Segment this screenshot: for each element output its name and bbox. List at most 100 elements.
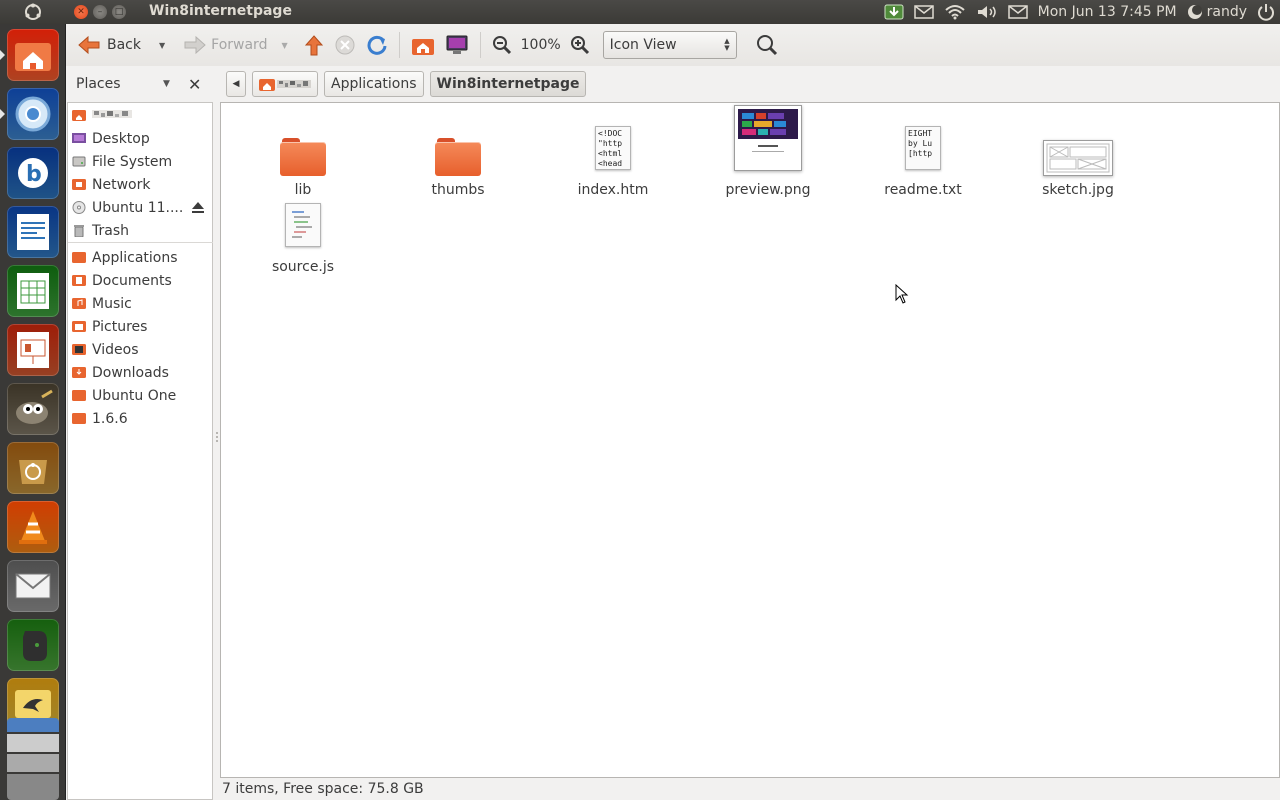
home-button[interactable] — [406, 30, 440, 60]
sidebar-item[interactable]: Music — [68, 292, 213, 315]
status-bar: 7 items, Free space: 75.8 GB — [220, 778, 1280, 800]
sidebar-item[interactable]: Applications — [68, 246, 213, 269]
writer-icon — [17, 214, 49, 250]
impress-icon — [17, 332, 49, 368]
folder-icon — [72, 413, 86, 424]
back-history-dropdown-icon[interactable]: ▼ — [159, 41, 165, 50]
user-name: randy — [1206, 4, 1247, 20]
path-crumb-applications[interactable]: Applications — [324, 71, 424, 97]
zoom-out-button[interactable] — [487, 30, 517, 60]
path-scroll-left-button[interactable]: ◀ — [226, 71, 246, 97]
sidebar-item[interactable]: Trash — [68, 219, 213, 242]
sidebar-item[interactable]: Pictures — [68, 315, 213, 338]
up-button[interactable] — [299, 30, 329, 60]
search-button[interactable] — [751, 30, 783, 60]
eject-icon[interactable] — [191, 201, 205, 215]
places-label: Places — [76, 76, 121, 92]
file-name-label: sketch.jpg — [1042, 182, 1114, 198]
reload-button[interactable] — [361, 30, 393, 60]
bible-app-launcher[interactable]: b — [7, 147, 59, 199]
computer-icon — [446, 35, 468, 54]
clock-indicator[interactable]: Mon Jun 13 7:45 PM — [1033, 0, 1182, 24]
sidebar-item[interactable]: Desktop — [68, 127, 213, 150]
vlc-launcher[interactable] — [7, 501, 59, 553]
sidebar-divider — [68, 242, 213, 243]
file-name-label: source.js — [271, 259, 335, 275]
sound-indicator-icon[interactable] — [971, 0, 1003, 24]
places-dropdown-icon[interactable]: ▼ — [163, 79, 170, 89]
ubuntu-logo-icon — [25, 3, 41, 20]
evernote-launcher[interactable] — [7, 619, 59, 671]
user-status-icon — [1187, 5, 1202, 19]
sidebar-item[interactable]: Network — [68, 173, 213, 196]
sidebar-item[interactable]: Downloads — [68, 361, 213, 384]
software-center-icon — [19, 460, 47, 484]
path-crumb-current[interactable]: Win8internetpage — [429, 71, 587, 97]
ubuntu-logo-button[interactable] — [0, 0, 66, 24]
places-header[interactable]: Places ▼ ✕ — [66, 66, 214, 102]
toolbar-separator — [479, 32, 481, 58]
mail-indicator-icon[interactable] — [1003, 0, 1033, 24]
update-indicator-icon[interactable] — [879, 0, 909, 24]
sidebar-item-label: Documents — [92, 272, 172, 289]
sidebar-item-label: Desktop — [92, 130, 150, 147]
window-close-button[interactable]: ✕ — [74, 5, 88, 19]
text-file-icon: EIGHT by Lu [http — [853, 124, 993, 170]
text-file-icon: <!DOC "http <html <head — [543, 124, 683, 170]
window-title: Win8internetpage — [149, 3, 292, 19]
sidebar-item[interactable]: Ubuntu One — [68, 384, 213, 407]
window-minimize-button[interactable]: – — [93, 5, 107, 19]
zoom-level-label[interactable]: 100% — [517, 37, 565, 53]
impress-launcher[interactable] — [7, 324, 59, 376]
back-label: Back — [107, 37, 141, 53]
window-maximize-button[interactable]: □ — [112, 5, 126, 19]
zoom-in-button[interactable] — [565, 30, 595, 60]
sidebar-item[interactable]: 1.6.6 — [68, 407, 213, 430]
gimp-launcher[interactable] — [7, 383, 59, 435]
sidebar-item[interactable] — [68, 104, 213, 127]
messaging-indicator-icon[interactable] — [909, 0, 939, 24]
image-thumbnail-icon — [1008, 138, 1148, 176]
desktop-icon — [72, 133, 86, 143]
script-file-icon — [233, 201, 373, 247]
calc-launcher[interactable] — [7, 265, 59, 317]
forward-history-dropdown-icon[interactable]: ▼ — [281, 41, 287, 50]
sidebar-item[interactable]: File System — [68, 150, 213, 173]
home-folder-launcher[interactable] — [7, 29, 59, 81]
sidebar-item[interactable]: Videos — [68, 338, 213, 361]
writer-launcher[interactable] — [7, 206, 59, 258]
file-name-label: readme.txt — [884, 182, 962, 198]
close-sidebar-icon[interactable]: ✕ — [188, 75, 201, 94]
running-indicator — [0, 109, 5, 119]
session-indicator-icon[interactable] — [1252, 0, 1280, 24]
forward-button[interactable]: Forward ▼ — [178, 30, 292, 60]
file-name-label: preview.png — [725, 182, 811, 198]
path-crumb-home[interactable] — [252, 71, 318, 97]
sidebar-item-label: Applications — [92, 249, 178, 266]
pictures-folder-icon — [72, 321, 86, 332]
folder-icon — [233, 136, 373, 176]
wifi-indicator-icon[interactable] — [939, 0, 971, 24]
launcher-overflow-stack[interactable] — [7, 718, 59, 800]
icon-view[interactable]: lib thumbs <!DOC "http <html <head index.ht… — [220, 102, 1280, 778]
places-sidebar: Desktop File System Network Ubuntu 11.... Tr… — [67, 102, 213, 800]
unity-launcher: b — [0, 24, 66, 800]
evernote-icon — [23, 631, 47, 661]
view-mode-select[interactable]: Icon View ▲ ▼ — [602, 31, 737, 59]
back-button[interactable]: Back ▼ — [72, 30, 170, 60]
chromium-launcher[interactable] — [7, 88, 59, 140]
sidebar-item-label: Ubuntu 11.... — [92, 199, 184, 216]
software-center-launcher[interactable] — [7, 442, 59, 494]
user-indicator[interactable]: randy — [1182, 0, 1252, 24]
mail-launcher[interactable] — [7, 560, 59, 612]
filesystem-icon — [72, 156, 86, 167]
disc-icon — [72, 201, 86, 214]
computer-button[interactable] — [440, 30, 474, 60]
text-preview: <!DOC "http <html <head — [595, 126, 631, 170]
bible-app-icon: b — [18, 158, 48, 188]
folder-icon — [72, 252, 86, 263]
sidebar-item[interactable]: Documents — [68, 269, 213, 292]
stop-button[interactable] — [329, 30, 361, 60]
downloads-folder-icon — [72, 367, 86, 378]
chromium-icon — [15, 96, 51, 132]
